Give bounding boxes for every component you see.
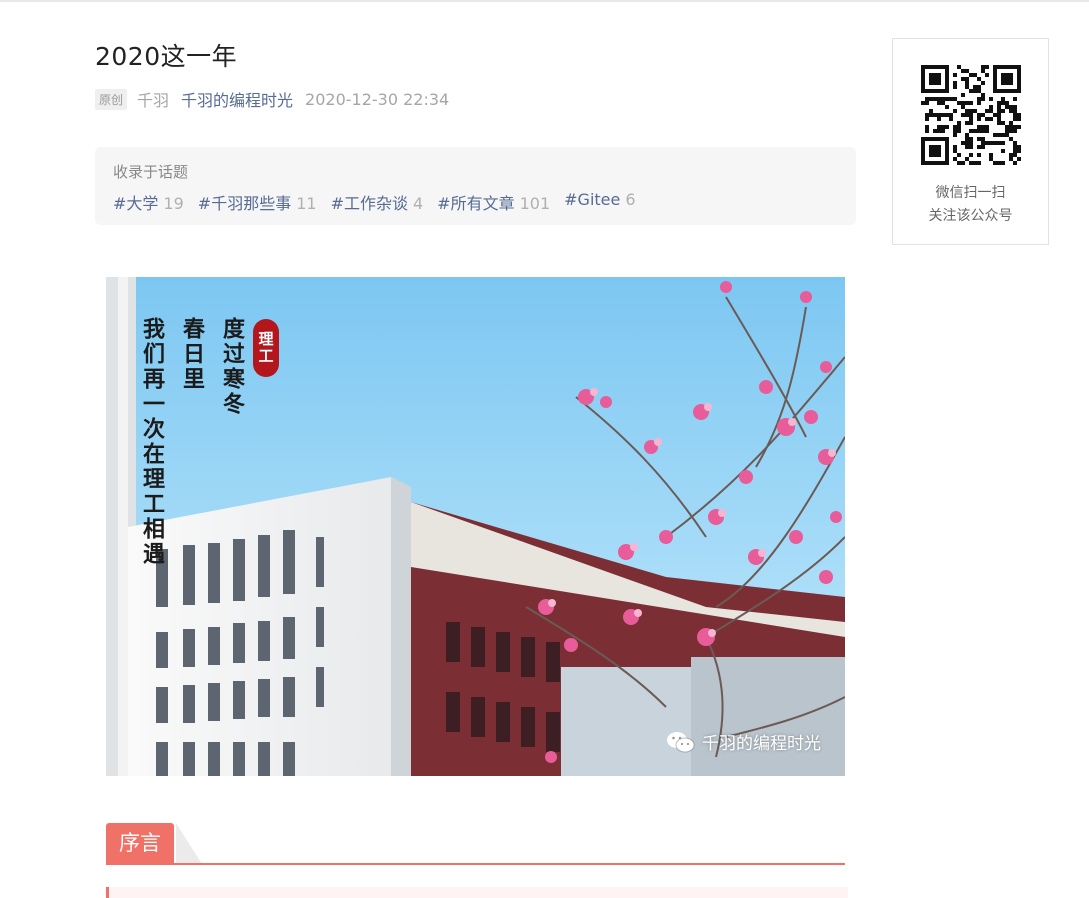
section-title: 序言 [106, 823, 174, 864]
section-underline [106, 863, 845, 865]
topics-label: 收录于话题 [113, 163, 189, 181]
qr-code-icon[interactable] [921, 65, 1021, 169]
article-meta: 原创 千羽 千羽的编程时光 2020-12-30 22:34 [95, 87, 449, 111]
watermark-text: 千羽的编程时光 [702, 734, 821, 754]
topic-tag[interactable]: #工作杂谈 4 [331, 190, 424, 214]
publish-date: 2020-12-30 22:34 [305, 89, 450, 109]
tab-fold-decoration [176, 823, 202, 864]
topic-tag[interactable]: #Gitee 6 [564, 190, 635, 214]
follow-qr-panel: 微信扫一扫 关注该公众号 [892, 38, 1049, 245]
image-watermark: 千羽的编程时光 [666, 729, 821, 754]
topic-tag[interactable]: #大学 19 [113, 190, 184, 214]
seal-stamp: 理工 [253, 319, 279, 377]
article-title: 2020这一年 [95, 42, 238, 71]
poem-column-2: 春日里 [179, 317, 205, 392]
top-divider [0, 0, 1089, 2]
qr-caption-line2: 关注该公众号 [928, 208, 1013, 224]
poem-column-3: 我们再一次在理工相遇 [139, 317, 165, 567]
topics-panel: 收录于话题 #大学 19 #千羽那些事 11 #工作杂谈 4 #所有文章 101 #Gi… [95, 147, 856, 225]
qr-caption-line1: 微信扫一扫 [935, 185, 1006, 201]
topic-tag[interactable]: #所有文章 101 [437, 190, 550, 214]
poem-column-1: 度过寒冬 [219, 317, 245, 417]
original-badge: 原创 [95, 88, 128, 110]
account-link[interactable]: 千羽的编程时光 [181, 87, 293, 111]
cover-image: 度过寒冬 春日里 我们再一次在理工相遇 理工 千羽的编程时光 [106, 277, 845, 776]
topic-tag[interactable]: #千羽那些事 11 [198, 190, 317, 214]
author-name: 千羽 [137, 91, 170, 110]
topic-list: #大学 19 #千羽那些事 11 #工作杂谈 4 #所有文章 101 #Gitee 6 [113, 190, 650, 214]
section-heading: 序言 [106, 823, 845, 865]
quote-block [106, 887, 848, 898]
wechat-icon [666, 730, 696, 754]
